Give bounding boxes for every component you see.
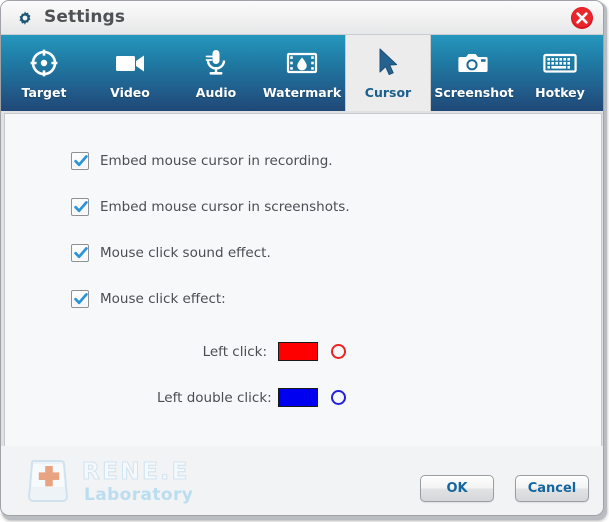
checkbox[interactable]: [71, 290, 89, 308]
option-label: Embed mouse cursor in recording.: [100, 153, 333, 169]
left-double-click-color-swatch[interactable]: [278, 388, 318, 407]
option-label: Embed mouse cursor in screenshots.: [100, 199, 350, 215]
tab-label: Target: [21, 85, 67, 100]
tab-audio[interactable]: Audio: [173, 35, 259, 111]
microphone-icon: [203, 46, 229, 79]
tab-video[interactable]: Video: [87, 35, 173, 111]
rene-e-laboratory-watermark: RENE.E Laboratory: [23, 453, 193, 511]
camera-icon: [458, 46, 490, 79]
tab-screenshot[interactable]: Screenshot: [431, 35, 517, 111]
left-double-click-label: Left double click:: [157, 389, 272, 406]
watermark-sub: Laboratory: [84, 484, 194, 505]
keycap-cross-icon: [23, 453, 75, 511]
left-double-click-color-row: Left double click:: [157, 388, 346, 407]
window-body: Settings Target Video Audio Watermark Cu…: [0, 0, 604, 516]
left-click-color-row: Left click:: [157, 342, 346, 361]
option-embed-cursor-recording[interactable]: Embed mouse cursor in recording.: [71, 152, 333, 170]
tab-watermark[interactable]: Watermark: [259, 35, 345, 111]
checkbox[interactable]: [71, 244, 89, 262]
cursor-arrow-icon: [375, 46, 401, 79]
tab-label: Watermark: [262, 85, 342, 100]
watermark-icon: [286, 46, 318, 79]
left-click-ring-preview[interactable]: [331, 344, 346, 359]
left-double-click-ring-preview[interactable]: [331, 390, 346, 405]
option-mouse-click-sound[interactable]: Mouse click sound effect.: [71, 244, 271, 262]
tab-label: Cursor: [364, 85, 412, 100]
tab-target[interactable]: Target: [1, 35, 87, 111]
settings-window: Settings Target Video Audio Watermark Cu…: [0, 0, 609, 522]
tab-label: Audio: [195, 85, 237, 100]
gear-icon: [15, 8, 35, 28]
checkbox[interactable]: [71, 152, 89, 170]
cursor-settings-panel: Embed mouse cursor in recording. Embed m…: [4, 113, 602, 446]
option-label: Mouse click sound effect.: [100, 245, 271, 261]
tab-cursor[interactable]: Cursor: [345, 35, 431, 111]
target-icon: [29, 46, 59, 79]
watermark-text: RENE.E Laboratory: [81, 458, 194, 505]
tab-label: Video: [110, 85, 150, 100]
cancel-button[interactable]: Cancel: [515, 475, 589, 502]
ok-button[interactable]: OK: [420, 475, 494, 502]
watermark-brand: RENE.E: [81, 458, 190, 485]
content-panel-frame: Embed mouse cursor in recording. Embed m…: [1, 111, 603, 446]
option-label: Mouse click effect:: [100, 291, 226, 307]
option-mouse-click-effect[interactable]: Mouse click effect:: [71, 290, 226, 308]
tab-label: Hotkey: [535, 85, 585, 100]
checkbox[interactable]: [71, 198, 89, 216]
tab-hotkey[interactable]: Hotkey: [517, 35, 603, 111]
option-embed-cursor-screenshots[interactable]: Embed mouse cursor in screenshots.: [71, 198, 350, 216]
close-icon[interactable]: [570, 6, 594, 30]
window-title: Settings: [44, 7, 126, 27]
tab-bar: Target Video Audio Watermark Cursor Scre…: [1, 35, 603, 111]
left-click-label: Left click:: [202, 343, 267, 360]
title-bar: Settings: [1, 1, 603, 35]
keyboard-icon: [543, 46, 577, 79]
left-click-color-swatch[interactable]: [278, 342, 318, 361]
tab-label: Screenshot: [434, 85, 514, 100]
video-camera-icon: [114, 46, 146, 79]
